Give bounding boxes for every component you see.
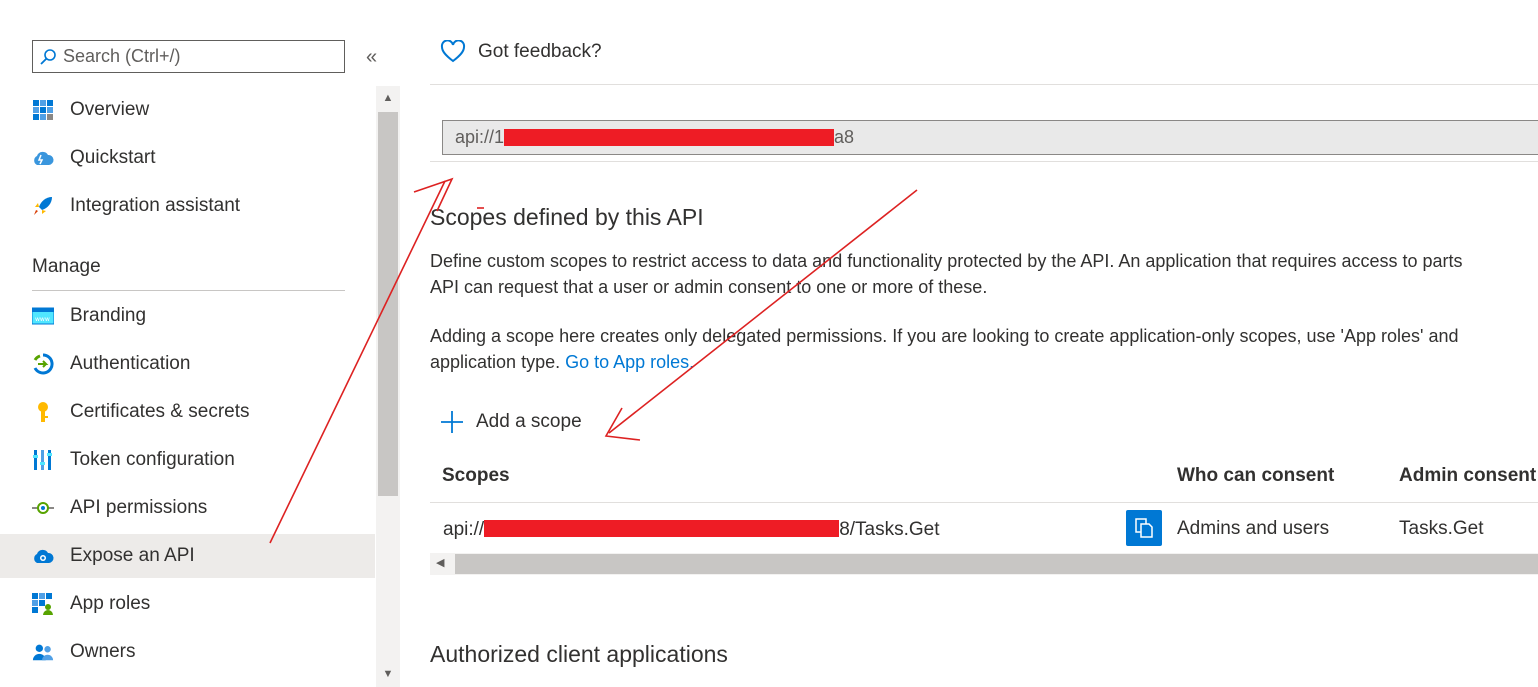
scroll-down-arrow-icon[interactable]: ▼ <box>380 666 396 682</box>
sidebar-item-label: Expose an API <box>70 545 195 566</box>
uri-divider <box>430 161 1538 162</box>
sidebar-item-label: Certificates & secrets <box>70 401 250 422</box>
column-header-scopes[interactable]: Scopes <box>442 465 510 487</box>
section-divider <box>32 290 345 291</box>
owners-icon <box>32 641 54 663</box>
scopes-heading: Scopes defined by this API <box>430 204 704 230</box>
search-input[interactable] <box>63 46 323 67</box>
sidebar-item-label: Overview <box>70 99 150 120</box>
collapse-sidebar-button[interactable]: « <box>366 46 386 68</box>
scope-link[interactable]: api:// 8/Tasks.Get <box>443 519 940 541</box>
table-scrollbar-thumb[interactable] <box>455 554 1538 574</box>
delegated-permissions-note: Adding a scope here creates only delegat… <box>430 323 1538 375</box>
sidebar-scrollbar[interactable]: ▲ ▼ <box>376 86 400 687</box>
sidebar-item-label: Branding <box>70 305 147 326</box>
go-to-app-roles-link[interactable]: Go to App roles. <box>565 352 694 372</box>
app-id-uri-prefix: api://1 <box>455 127 505 147</box>
redaction-bar <box>504 129 835 146</box>
app-roles-icon <box>32 593 54 615</box>
sidebar: « Overview Quickstart Integration assist… <box>0 0 400 687</box>
scope-suffix: 8/Tasks.Get <box>839 519 940 540</box>
sidebar-item-api-permissions[interactable]: API permissions <box>0 486 375 530</box>
add-scope-label: Add a scope <box>476 411 582 432</box>
authorized-clients-heading: Authorized client applications <box>430 641 728 667</box>
sidebar-item-label: Token configuration <box>70 449 235 470</box>
feedback-button[interactable]: Got feedback? <box>440 40 602 64</box>
sidebar-item-integration-assistant[interactable]: Integration assistant <box>0 184 375 228</box>
quickstart-cloud-icon <box>32 147 54 169</box>
add-scope-button[interactable]: Add a scope <box>440 410 582 434</box>
sidebar-item-branding[interactable]: www Branding <box>0 294 375 338</box>
sidebar-item-label: App roles <box>70 593 151 614</box>
search-box[interactable] <box>32 40 345 73</box>
who-can-consent-value: Admins and users <box>1177 518 1330 539</box>
sidebar-item-owners[interactable]: Owners <box>0 630 375 674</box>
sidebar-item-quickstart[interactable]: Quickstart <box>0 136 375 180</box>
api-permissions-icon <box>32 497 54 519</box>
sidebar-item-certificates-secrets[interactable]: Certificates & secrets <box>0 390 375 434</box>
plus-icon <box>441 411 463 433</box>
expose-api-cloud-icon <box>32 545 54 567</box>
rocket-icon <box>32 195 54 217</box>
scopes-description: Define custom scopes to restrict access … <box>430 248 1538 300</box>
column-header-who-can-consent[interactable]: Who can consent <box>1177 465 1334 487</box>
scopes-description-line2: API can request that a user or admin con… <box>430 277 988 297</box>
scroll-up-arrow-icon[interactable]: ▲ <box>380 90 396 106</box>
scroll-left-arrow-icon[interactable]: ◀ <box>436 556 444 569</box>
sidebar-scrollbar-thumb[interactable] <box>378 112 398 496</box>
sidebar-item-expose-an-api[interactable]: Expose an API <box>0 534 375 578</box>
sidebar-item-label: API permissions <box>70 497 208 518</box>
authentication-icon <box>32 353 54 375</box>
sidebar-item-label: Integration assistant <box>70 195 241 216</box>
sidebar-item-authentication[interactable]: Authentication <box>0 342 375 386</box>
sidebar-item-app-roles[interactable]: App roles <box>0 582 375 626</box>
annotation-arrowhead <box>604 407 641 441</box>
delegated-note-line2: application type. <box>430 352 561 372</box>
sidebar-item-token-configuration[interactable]: Token configuration <box>0 438 375 482</box>
table-header-divider <box>430 502 1538 503</box>
search-icon <box>40 48 56 65</box>
token-bars-icon <box>32 449 54 471</box>
header-divider <box>430 84 1538 85</box>
sidebar-item-label: Owners <box>70 641 136 662</box>
copy-button[interactable] <box>1126 510 1162 546</box>
column-header-admin-consent[interactable]: Admin consent <box>1399 465 1536 487</box>
app-id-uri-suffix: a8 <box>834 127 855 147</box>
svg-text:www: www <box>35 316 50 323</box>
sidebar-item-label: Quickstart <box>70 147 156 168</box>
sidebar-item-overview[interactable]: Overview <box>0 88 375 132</box>
sidebar-item-label: Authentication <box>70 353 191 374</box>
app-id-uri-field[interactable]: api://1 a8 <box>442 120 1538 155</box>
delegated-note-line1: Adding a scope here creates only delegat… <box>430 326 1459 346</box>
overview-grid-icon <box>32 99 54 121</box>
table-horizontal-scrollbar[interactable]: ◀ <box>430 553 1538 575</box>
heart-icon <box>440 40 466 63</box>
redaction-bar <box>484 520 840 537</box>
scopes-description-line1: Define custom scopes to restrict access … <box>430 251 1463 271</box>
scope-prefix: api:// <box>443 519 485 540</box>
copy-icon <box>1135 518 1153 538</box>
manage-section-label: Manage <box>32 256 101 277</box>
admin-consent-value: Tasks.Get <box>1399 518 1484 539</box>
branding-icon: www <box>32 305 54 327</box>
feedback-label: Got feedback? <box>478 41 602 62</box>
key-icon <box>32 401 54 423</box>
